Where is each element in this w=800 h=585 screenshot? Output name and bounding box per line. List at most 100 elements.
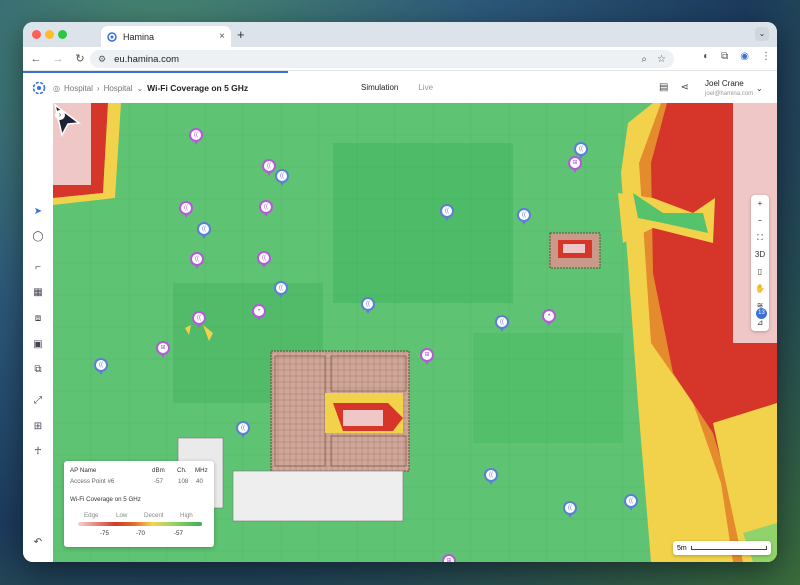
ap-dbm-value: -57 bbox=[154, 478, 163, 485]
tab-live[interactable]: Live bbox=[418, 83, 433, 92]
site-settings-icon[interactable]: ⚙ bbox=[98, 54, 106, 65]
access-point-marker[interactable]: (( bbox=[259, 200, 273, 217]
close-window-button[interactable] bbox=[32, 30, 41, 39]
browser-toolbar: ← → ↻ ⚙ eu.hamina.com ⌕ ☆ ◐ ⧉ ◉ ⋮ bbox=[23, 47, 777, 71]
access-point-marker[interactable]: (( bbox=[624, 494, 638, 511]
access-point-marker[interactable]: (( bbox=[257, 251, 271, 268]
zoom-in-button[interactable]: + bbox=[751, 195, 769, 212]
fit-to-screen-button[interactable]: ⛶ bbox=[751, 229, 769, 246]
map-scale: 5m bbox=[673, 541, 771, 555]
reload-icon[interactable]: ↻ bbox=[69, 52, 91, 65]
copy-tool-icon[interactable]: ⧉ bbox=[32, 364, 44, 376]
hamina-favicon-icon bbox=[107, 31, 117, 42]
access-point-marker[interactable]: (( bbox=[275, 169, 289, 186]
object-tool-icon[interactable]: ▣ bbox=[32, 339, 44, 351]
access-point-marker[interactable]: (( bbox=[563, 501, 577, 518]
tab-search-icon[interactable]: ⌄ bbox=[755, 27, 769, 41]
comment-tool-icon[interactable]: ◯ bbox=[32, 231, 44, 243]
puzzle-icon[interactable]: ⧉ bbox=[721, 51, 728, 62]
profile-icon[interactable]: ◉ bbox=[740, 51, 749, 62]
expand-panel-icon[interactable]: › bbox=[55, 110, 65, 120]
ap-info-panel: AP Name dBm Ch. MHz Access Point #6 -57 … bbox=[64, 461, 214, 547]
breadcrumb-floor[interactable]: Hospital bbox=[104, 84, 133, 93]
access-point-marker[interactable]: (( bbox=[189, 128, 203, 145]
legend-title: Wi-Fi Coverage on 5 GHz bbox=[70, 496, 141, 503]
access-point-marker[interactable]: (( bbox=[236, 421, 250, 438]
app-header: ◎ Hospital › Hospital ⌄ Wi-Fi Coverage o… bbox=[23, 73, 777, 103]
ap-name-value[interactable]: Access Point #6 bbox=[70, 478, 114, 485]
access-point-marker[interactable]: (( bbox=[574, 142, 588, 159]
access-point-marker[interactable]: • bbox=[542, 309, 556, 326]
menu-kebab-icon[interactable]: ⋮ bbox=[761, 51, 771, 62]
tab-simulation[interactable]: Simulation bbox=[361, 83, 398, 92]
chevron-down-icon[interactable]: ⌄ bbox=[136, 84, 143, 93]
access-point-marker[interactable]: ⊞ bbox=[420, 348, 434, 365]
user-menu[interactable]: Joel Crane joel@hamina.com bbox=[705, 79, 753, 99]
legend-edge: Edge bbox=[84, 512, 99, 519]
access-point-marker[interactable]: (( bbox=[192, 311, 206, 328]
grid-tool-icon[interactable]: ⊞ bbox=[32, 421, 44, 433]
coverage-legend-bar bbox=[78, 522, 202, 526]
area-tool-icon[interactable]: ▦ bbox=[32, 287, 44, 299]
access-point-marker[interactable]: (( bbox=[274, 281, 288, 298]
legend-decent: Decent bbox=[144, 512, 164, 519]
access-point-marker[interactable]: (( bbox=[440, 204, 454, 221]
scale-label: 5m bbox=[677, 544, 687, 552]
extension-icon[interactable]: ◐ bbox=[703, 51, 709, 62]
access-point-marker[interactable]: (( bbox=[179, 201, 193, 218]
col-ap-name: AP Name bbox=[70, 467, 97, 474]
undo-icon[interactable]: ↶ bbox=[32, 537, 44, 549]
bookmark-star-icon[interactable]: ☆ bbox=[657, 54, 666, 65]
tool-rail: ➤ ◯ ⌐ ▦ ⧈ ▣ ⧉ ⤢ ⊞ ☥ ↶ ↷ bbox=[23, 103, 53, 562]
share-icon[interactable]: ⋖ bbox=[680, 82, 688, 93]
address-bar[interactable]: ⚙ eu.hamina.com ⌕ ☆ bbox=[90, 50, 674, 68]
hamina-logo-icon[interactable] bbox=[32, 81, 46, 95]
3d-view-button[interactable]: 3D bbox=[751, 246, 769, 263]
measure-tool-icon[interactable]: ⤢ bbox=[32, 395, 44, 407]
person-tool-icon[interactable]: ☥ bbox=[32, 446, 44, 458]
new-tab-button[interactable]: + bbox=[237, 27, 245, 42]
breadcrumb: ◎ Hospital › Hospital ⌄ Wi-Fi Coverage o… bbox=[53, 83, 248, 93]
access-point-marker[interactable]: ⊞ bbox=[568, 156, 582, 173]
ap-channel-value: 108 bbox=[178, 478, 189, 485]
mobile-device-button[interactable]: ▯ bbox=[751, 263, 769, 280]
minimize-window-button[interactable] bbox=[45, 30, 54, 39]
tab-strip: Hamina × + ⌄ bbox=[23, 22, 777, 47]
access-point-marker[interactable]: (( bbox=[361, 297, 375, 314]
access-point-marker[interactable]: (( bbox=[517, 208, 531, 225]
access-point-marker[interactable]: (( bbox=[262, 159, 276, 176]
back-icon[interactable]: ← bbox=[25, 53, 47, 65]
access-point-marker[interactable]: (( bbox=[484, 468, 498, 485]
legend-high: High bbox=[180, 512, 193, 519]
tab-close-icon[interactable]: × bbox=[219, 31, 225, 42]
access-point-marker[interactable]: ⊞ bbox=[442, 554, 456, 562]
pan-hand-button[interactable]: ✋ bbox=[751, 280, 769, 297]
access-point-marker[interactable]: (( bbox=[94, 358, 108, 375]
access-point-marker[interactable]: ⊞ bbox=[156, 341, 170, 358]
toolbar-extensions: ◐ ⧉ ◉ ⋮ bbox=[703, 51, 771, 62]
page-title[interactable]: Wi-Fi Coverage on 5 GHz bbox=[147, 83, 248, 93]
tab-title: Hamina bbox=[123, 31, 155, 42]
browser-window: Hamina × + ⌄ ← → ↻ ⚙ eu.hamina.com ⌕ ☆ ◐… bbox=[23, 22, 777, 562]
access-point-marker[interactable]: • bbox=[252, 304, 266, 321]
forward-icon[interactable]: → bbox=[47, 53, 69, 65]
report-icon[interactable]: ▤ bbox=[659, 82, 668, 93]
zone-tool-icon[interactable]: ⧈ bbox=[32, 313, 44, 325]
ap-mhz-value: 40 bbox=[196, 478, 203, 485]
zoom-out-button[interactable]: − bbox=[751, 212, 769, 229]
access-point-marker[interactable]: (( bbox=[495, 315, 509, 332]
wall-tool-icon[interactable]: ⌐ bbox=[32, 262, 44, 274]
user-email: joel@hamina.com bbox=[705, 91, 754, 97]
breadcrumb-building[interactable]: Hospital bbox=[64, 84, 93, 93]
access-point-marker[interactable]: (( bbox=[190, 252, 204, 269]
col-channel: Ch. bbox=[177, 467, 187, 474]
tab-hamina[interactable]: Hamina × bbox=[101, 26, 231, 47]
breadcrumb-separator-icon: › bbox=[96, 83, 100, 93]
access-point-marker[interactable]: (( bbox=[197, 222, 211, 239]
col-dbm: dBm bbox=[152, 467, 165, 474]
scale-bar bbox=[690, 546, 767, 550]
zoom-icon[interactable]: ⌕ bbox=[641, 54, 647, 65]
user-chevron-down-icon[interactable]: ⌄ bbox=[756, 84, 763, 93]
select-tool-icon[interactable]: ➤ bbox=[32, 206, 44, 218]
zoom-window-button[interactable] bbox=[58, 30, 67, 39]
